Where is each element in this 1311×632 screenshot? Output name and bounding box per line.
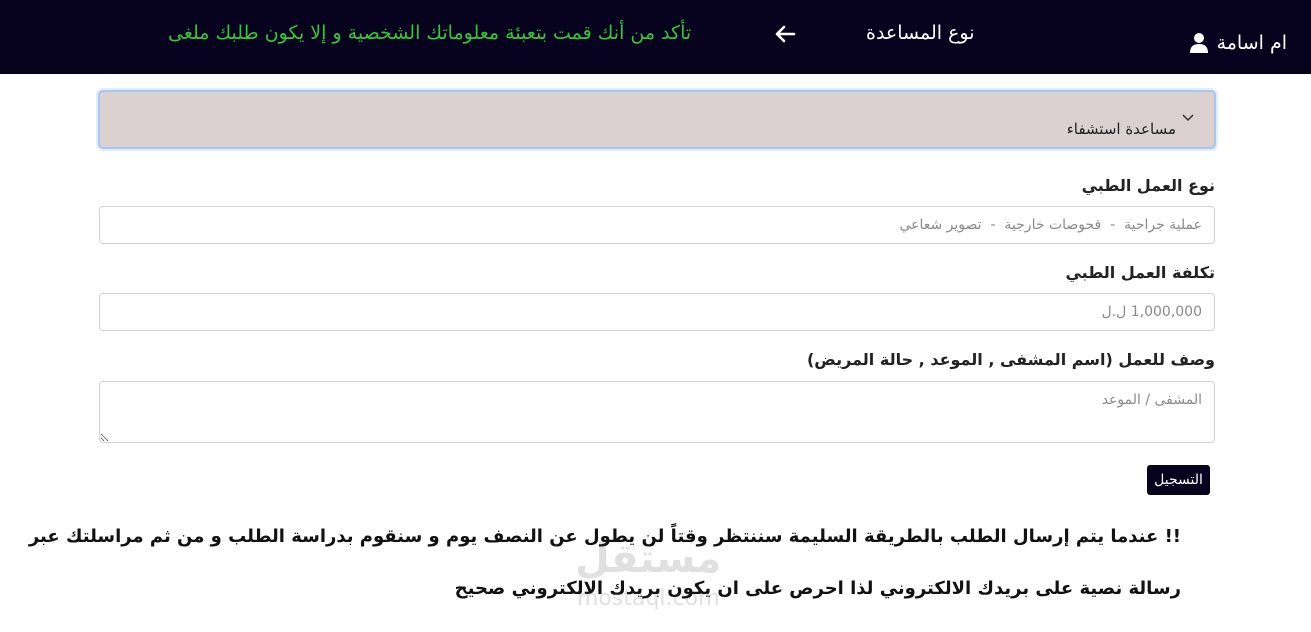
assistance-type-value: مساعدة استشفاء — [1066, 120, 1176, 138]
page-title: نوع المساعدة — [866, 22, 975, 44]
user-name: ام اسامة — [1216, 32, 1287, 54]
medical-work-type-label: نوع العمل الطبي — [1081, 176, 1215, 195]
work-description-label: وصف للعمل (اسم المشفى , الموعد , حالة ال… — [806, 350, 1215, 369]
work-description-textarea[interactable] — [99, 381, 1215, 443]
top-navbar: ام اسامة نوع المساعدة تأكد من أنك قمت بت… — [0, 0, 1311, 74]
medical-work-cost-input[interactable] — [99, 293, 1215, 331]
chevron-down-icon — [1182, 114, 1194, 122]
medical-work-cost-label: تكلفة العمل الطبي — [1065, 263, 1215, 282]
submit-button[interactable]: التسجيل — [1147, 465, 1210, 495]
arrow-left-icon[interactable] — [774, 24, 796, 44]
user-profile[interactable]: ام اسامة — [1189, 32, 1287, 54]
user-icon — [1189, 33, 1208, 53]
assistance-type-select[interactable]: مساعدة استشفاء — [98, 90, 1216, 149]
medical-work-type-input[interactable] — [99, 206, 1215, 244]
info-text-line-2: رسالة نصية على بريدك الالكتروني لذا احرص… — [454, 578, 1181, 599]
notice-message: تأكد من أنك قمت بتعبئة معلوماتك الشخصية … — [168, 22, 692, 44]
info-text-line-1: !! عندما يتم إرسال الطلب بالطريقة السليم… — [28, 526, 1181, 547]
